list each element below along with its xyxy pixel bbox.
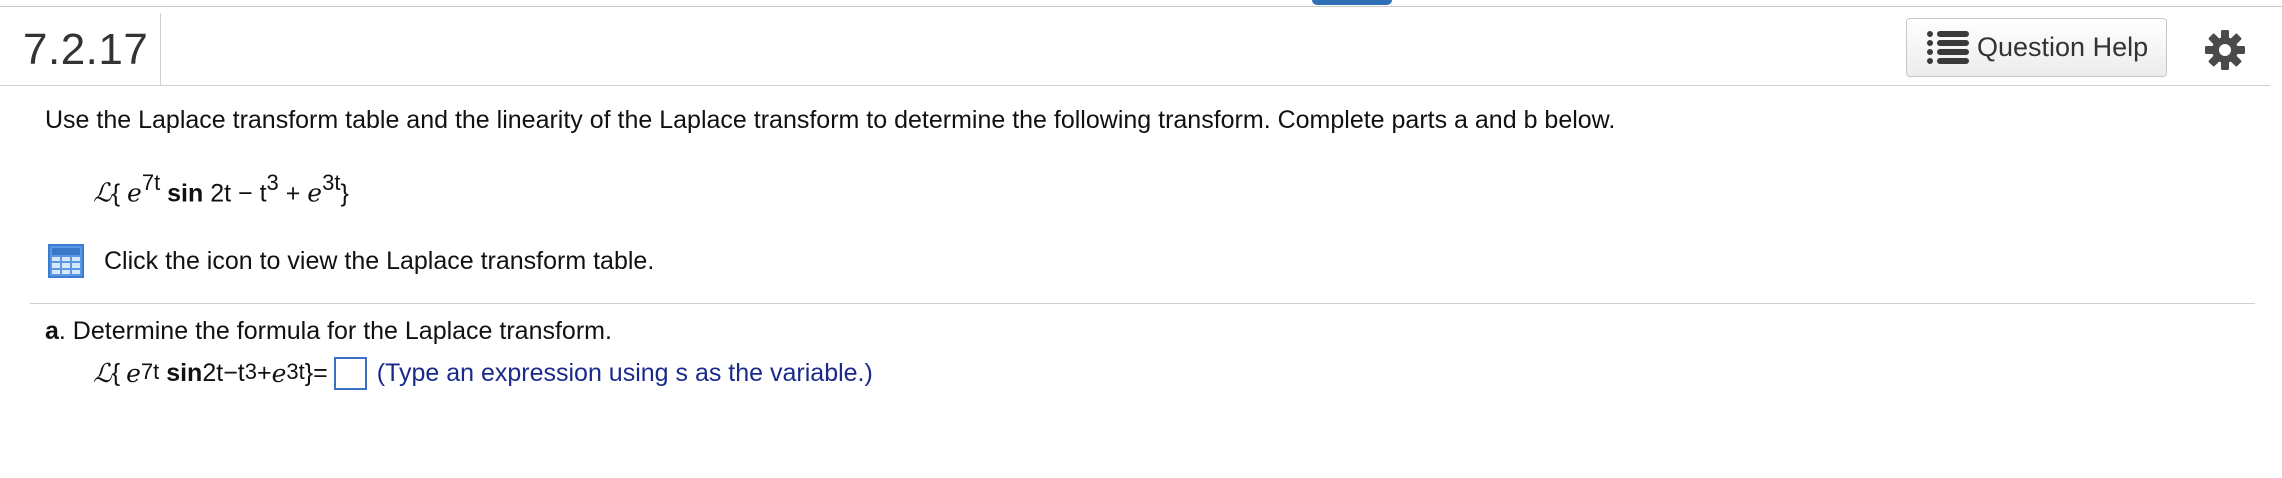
exp-base-3: e <box>126 359 141 388</box>
brace-open-2: { <box>111 359 121 387</box>
exp-power-3: 7t <box>140 358 160 384</box>
sin-function: sin <box>167 179 204 208</box>
header-rule <box>0 85 2270 86</box>
table-icon[interactable] <box>48 244 84 278</box>
t-power-2: 3 <box>244 358 257 384</box>
sin-function-2: sin <box>166 359 203 387</box>
question-help-label: Question Help <box>1977 32 2149 62</box>
transform-expression: ℒ{ e7t sin 2t − t3 + e3t} <box>93 170 349 209</box>
instructions-text: Use the Laplace transform table and the … <box>45 106 1616 134</box>
t-variable: t <box>259 179 267 208</box>
minus-sign: − <box>231 179 260 208</box>
answer-hint: (Type an expression using s as the varia… <box>376 359 873 387</box>
brace-open: { <box>111 179 121 208</box>
exp-power-1: 7t <box>141 170 161 195</box>
plus-sign-2: + <box>257 359 272 387</box>
plus-sign: + <box>278 179 308 208</box>
exp-base: e <box>127 178 142 208</box>
section-divider <box>30 303 2255 304</box>
t-variable-2: t <box>237 359 245 387</box>
exp-base-4: e <box>271 359 287 388</box>
laplace-operator-2: ℒ <box>93 358 112 389</box>
brace-close-2: } <box>304 359 314 387</box>
answer-input[interactable] <box>333 357 367 390</box>
table-link-text: Click the icon to view the Laplace trans… <box>104 246 655 275</box>
part-a-label: a <box>45 317 59 345</box>
sin-argument: 2t <box>203 179 232 208</box>
equals-sign: = <box>313 359 328 387</box>
top-tab-indicator[interactable] <box>1312 0 1392 5</box>
brace-close: } <box>340 179 349 208</box>
question-number: 7.2.17 <box>23 25 149 74</box>
exp-power-4: 3t <box>286 358 305 384</box>
t-power: 3 <box>266 170 279 195</box>
minus-sign-2: − <box>223 359 238 387</box>
exp-base-2: e <box>307 178 323 208</box>
laplace-operator: ℒ <box>93 178 112 209</box>
list-icon <box>1927 30 1969 65</box>
part-a-prompt: a. Determine the formula for the Laplace… <box>45 317 612 346</box>
question-header: 7.2.17 Question Help <box>0 7 2282 85</box>
exp-power-2: 3t <box>322 170 341 195</box>
sin-argument-2: 2t <box>202 359 224 387</box>
part-a-text: . Determine the formula for the Laplace … <box>58 317 612 345</box>
gear-icon[interactable] <box>2204 29 2246 71</box>
question-help-button[interactable]: Question Help <box>1906 18 2167 77</box>
laplace-table-link: Click the icon to view the Laplace trans… <box>48 244 654 278</box>
header-separator <box>160 13 161 85</box>
answer-expression: ℒ{ e 7t sin 2t − t3 + e 3t} = (Type an exp… <box>93 357 873 390</box>
